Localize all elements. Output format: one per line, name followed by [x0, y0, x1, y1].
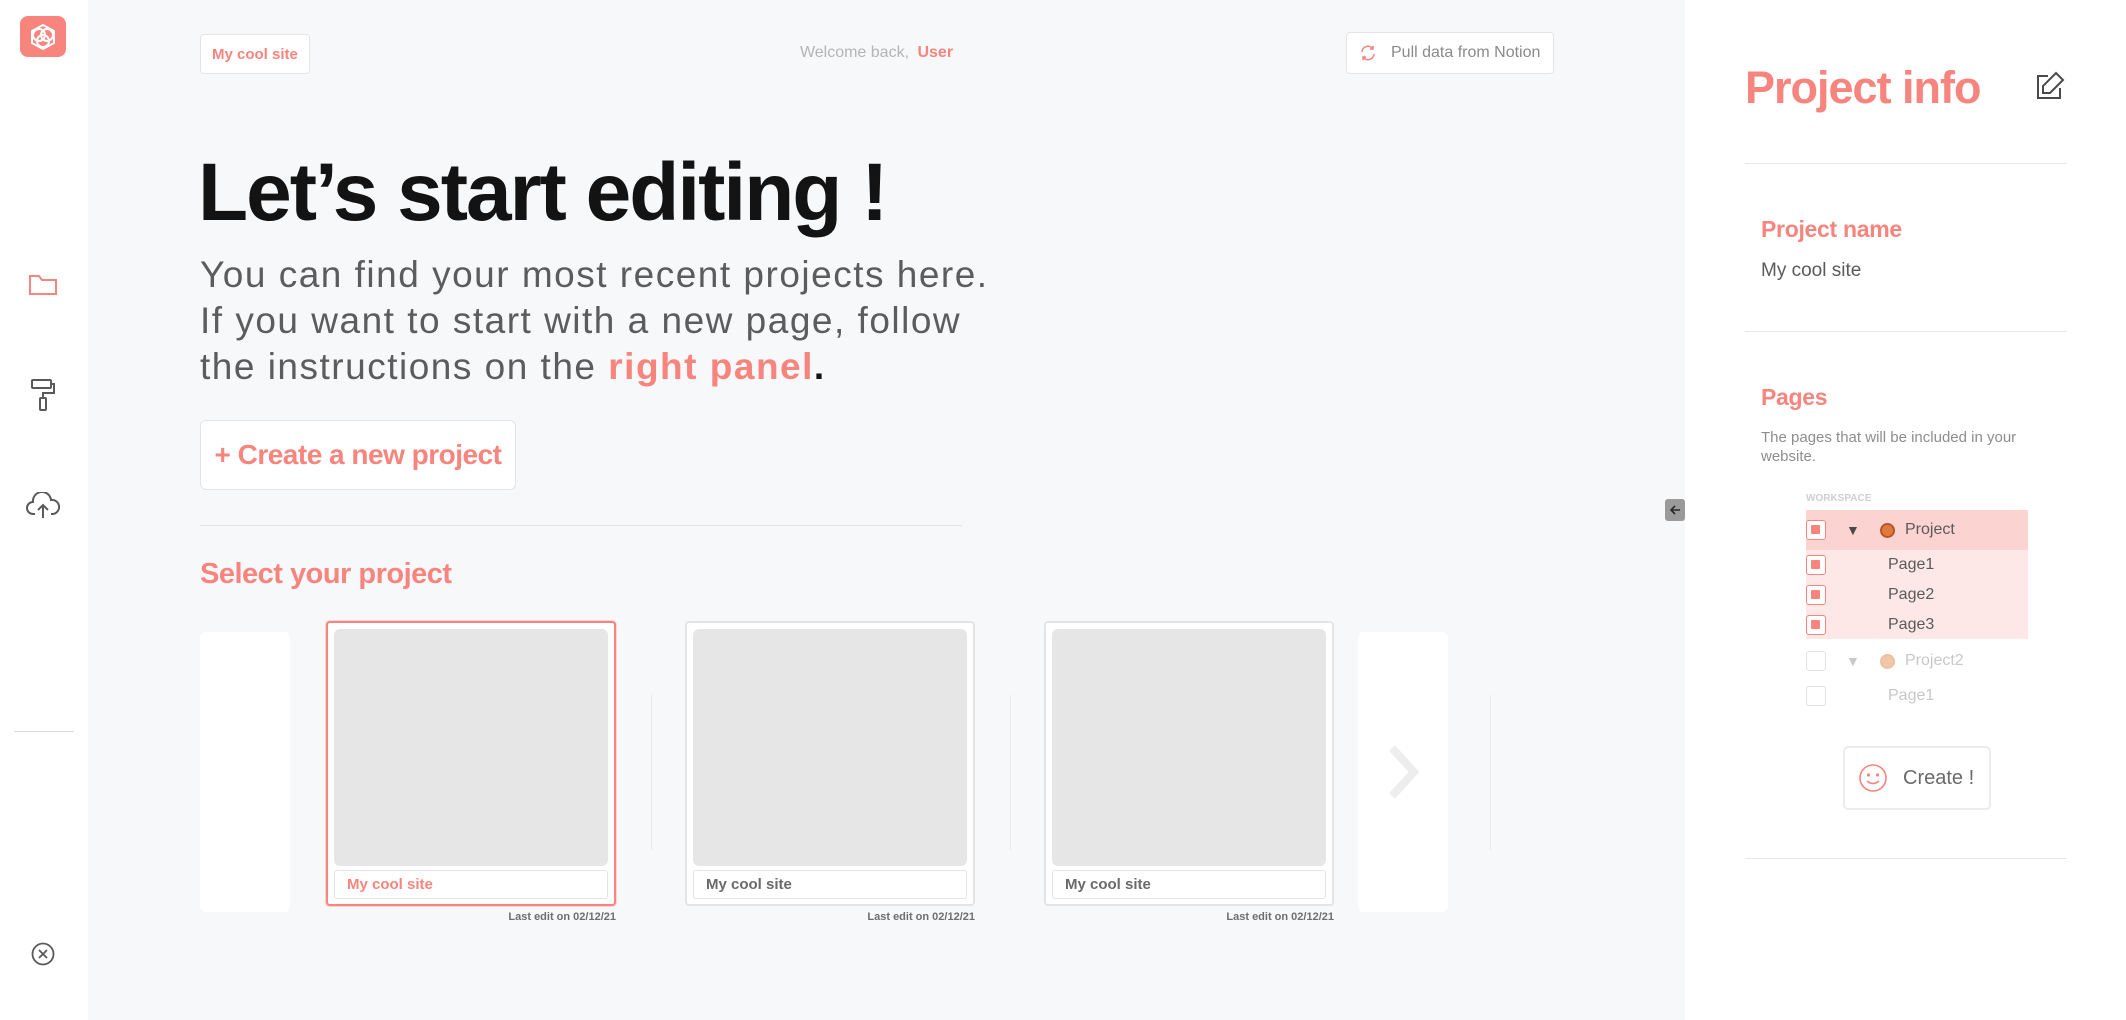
carousel-next-button[interactable] — [1358, 632, 1448, 912]
project-card[interactable]: My cool site — [685, 621, 975, 906]
hero-title: Let’s start editing ! — [198, 147, 888, 238]
create-new-project-button[interactable]: + Create a new project — [200, 420, 516, 490]
section-divider — [200, 525, 962, 526]
expand-arrow-icon[interactable]: ▼ — [1846, 522, 1860, 538]
hero-description: You can find your most recent projects h… — [200, 252, 1000, 390]
cloud-upload-icon[interactable] — [24, 487, 62, 525]
project-last-edit: Last edit on 02/12/21 — [1226, 911, 1334, 923]
project-card-name: My cool site — [693, 870, 967, 899]
tree-page-row[interactable]: Page3 — [1806, 615, 2028, 635]
select-project-title: Select your project — [200, 558, 452, 590]
project-name-value: My cool site — [1761, 260, 1862, 281]
main-area: My cool site Welcome back, User Pull dat… — [88, 0, 1665, 1020]
tree-checkbox[interactable] — [1806, 686, 1826, 706]
close-circle-icon[interactable] — [24, 935, 62, 973]
user-name[interactable]: User — [917, 44, 953, 61]
panel-divider — [1745, 331, 2067, 332]
expand-arrow-icon[interactable]: ▼ — [1846, 653, 1860, 669]
refresh-icon — [1361, 45, 1375, 61]
pages-description: The pages that will be included in your … — [1761, 429, 2017, 465]
hero-line-3-prefix: the instructions on the — [200, 346, 609, 387]
project-last-edit: Last edit on 02/12/21 — [867, 911, 975, 923]
smiley-icon — [1859, 764, 1887, 792]
edit-icon[interactable] — [2032, 70, 2066, 104]
project-emoji-icon — [1880, 653, 1895, 669]
project-info-panel: Project info Project name My cool site P… — [1685, 0, 2126, 1020]
project-thumbnail — [1052, 629, 1326, 866]
project-card-name: My cool site — [334, 870, 608, 899]
project-emoji-icon — [1880, 522, 1895, 538]
card-separator — [1490, 695, 1491, 850]
project-name-title: Project name — [1761, 216, 1902, 242]
project-thumbnail — [693, 629, 967, 866]
tree-checkbox[interactable] — [1806, 520, 1826, 540]
pull-button-label: Pull data from Notion — [1391, 44, 1541, 61]
tree-checkbox[interactable] — [1806, 651, 1826, 671]
collapse-panel-button[interactable] — [1665, 499, 1685, 521]
tree-checkbox[interactable] — [1806, 555, 1826, 575]
tree-page-row[interactable]: Page1 — [1806, 555, 2028, 575]
pages-title: Pages — [1761, 384, 1828, 410]
tree-checkbox[interactable] — [1806, 585, 1826, 605]
project-thumbnail — [334, 629, 608, 866]
welcome-text: Welcome back, — [799, 44, 910, 61]
project-card-name: My cool site — [1052, 870, 1326, 899]
hero-line-3: the instructions on the right panel. — [200, 344, 1000, 390]
project-last-edit: Last edit on 02/12/21 — [508, 911, 616, 923]
paint-roller-icon[interactable] — [24, 376, 62, 414]
hero-line-2: If you want to start with a new page, fo… — [200, 300, 962, 341]
tree-label: Page1 — [1888, 687, 1935, 704]
logo-icon[interactable] — [20, 16, 66, 57]
tree-label: Page3 — [1888, 616, 1935, 633]
project-card[interactable]: My cool site — [326, 621, 616, 906]
tree-label: Page1 — [1888, 556, 1935, 573]
pull-from-notion-button[interactable]: Pull data from Notion — [1346, 32, 1554, 74]
tree-project-row[interactable]: ▼ Project2 — [1806, 651, 2028, 671]
chevron-right-icon — [1389, 745, 1420, 799]
tree-page-row[interactable]: Page2 — [1806, 585, 2028, 605]
hero-line-1: You can find your most recent projects h… — [200, 254, 989, 295]
tree-project-row[interactable]: ▼ Project — [1806, 520, 2028, 540]
tree-page-row[interactable]: Page1 — [1806, 686, 2028, 706]
panel-divider — [1745, 858, 2067, 859]
carousel-prev-edge[interactable] — [200, 632, 290, 912]
arrow-left-icon — [1669, 505, 1680, 515]
card-separator — [651, 695, 652, 850]
folder-icon[interactable] — [24, 266, 62, 304]
sidebar-divider — [14, 731, 74, 732]
workspace-label: WORKSPACE — [1806, 493, 1872, 504]
tree-label: Project — [1905, 521, 1955, 538]
create-button[interactable]: Create ! — [1843, 746, 1991, 810]
project-card[interactable]: My cool site — [1044, 621, 1334, 906]
panel-title: Project info — [1745, 62, 1982, 113]
tree-label: Project2 — [1905, 652, 1964, 669]
tree-checkbox[interactable] — [1806, 615, 1826, 635]
card-separator — [1010, 695, 1011, 850]
hero-line-3-suffix: . — [813, 346, 826, 387]
sidebar — [0, 0, 88, 1020]
right-panel-highlight: right panel — [608, 346, 814, 387]
create-button-label: Create ! — [1903, 766, 1975, 789]
panel-divider — [1745, 163, 2067, 164]
tree-label: Page2 — [1888, 586, 1935, 603]
